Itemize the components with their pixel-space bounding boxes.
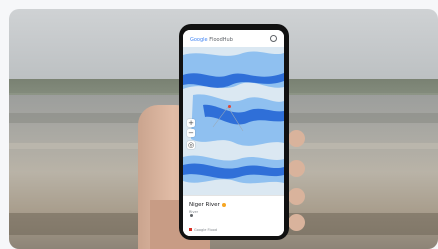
flood-map-graphic: [183, 47, 284, 195]
sheet-title: Niger River: [189, 202, 220, 208]
my-location-button[interactable]: ◎: [187, 141, 195, 149]
status-bullet-icon: [190, 214, 193, 217]
sheet-title-row: Niger River: [189, 202, 226, 208]
product-word: FloodHub: [209, 37, 233, 43]
sheet-footer-label: Google Flood: [194, 228, 217, 232]
flood-map[interactable]: + − ◎: [183, 47, 284, 195]
zoom-out-button[interactable]: −: [187, 129, 195, 137]
alert-dot-icon: [221, 202, 226, 207]
gauge-info-sheet[interactable]: Niger River River Google Flood: [183, 195, 284, 236]
finger: [288, 214, 305, 231]
app-logo: Google FloodHub: [190, 37, 233, 43]
finger: [288, 130, 305, 147]
app-top-bar: Google FloodHub: [183, 30, 284, 47]
location-marker[interactable]: [228, 105, 231, 108]
finger: [288, 188, 305, 205]
finger: [288, 160, 305, 177]
phone-screen: Google FloodHub + − ◎ Niger River River: [183, 30, 284, 236]
sheet-footer: Google Flood: [189, 228, 217, 232]
smartphone: Google FloodHub + − ◎ Niger River River: [179, 24, 289, 240]
flag-icon: [189, 228, 192, 231]
search-icon[interactable]: [270, 35, 277, 42]
brand-word: Google: [190, 37, 208, 43]
zoom-in-button[interactable]: +: [187, 119, 195, 127]
